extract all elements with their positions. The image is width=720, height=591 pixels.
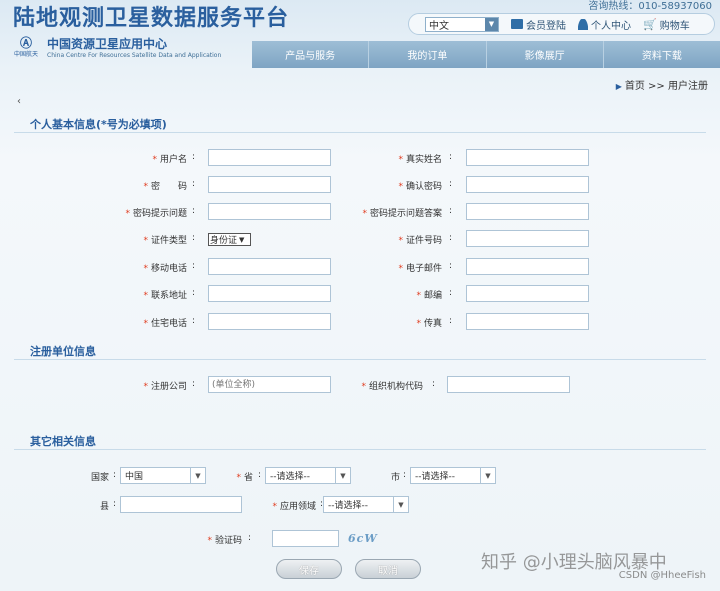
nav-downloads[interactable]: 资料下载: [602, 41, 720, 68]
breadcrumb-separator: >>: [648, 81, 665, 92]
domain-select[interactable]: --请选择-- ▼: [323, 496, 409, 513]
label-postcode: * 邮编: [416, 291, 442, 301]
cancel-button[interactable]: 取消: [355, 559, 421, 579]
cart-label: 购物车: [659, 20, 690, 32]
save-button[interactable]: 保存: [276, 559, 342, 579]
realname-input[interactable]: [466, 149, 589, 166]
section-title-personal: 个人基本信息(*号为必填项): [30, 118, 167, 131]
label-realname: * 真实姓名: [398, 155, 442, 165]
hotline-text: 咨询热线：010-58937060: [588, 1, 712, 12]
org-name: 中国资源卫星应用中心: [47, 37, 168, 51]
nav-products[interactable]: 产品与服务: [252, 41, 368, 68]
home-phone-input[interactable]: [208, 313, 331, 330]
logo-emblem-icon: Ⓐ: [19, 36, 32, 50]
login-link[interactable]: 会员登陆: [511, 17, 566, 32]
user-icon: [578, 18, 588, 30]
fax-input[interactable]: [466, 313, 589, 330]
back-arrow-icon[interactable]: ‹: [17, 96, 21, 107]
section-title-other: 其它相关信息: [30, 435, 96, 448]
watermark-csdn: CSDN @HheeFish: [618, 570, 706, 581]
label-email: * 电子邮件: [398, 264, 442, 274]
province-select[interactable]: --请选择-- ▼: [265, 467, 351, 484]
label-confirm-password: * 确认密码: [398, 182, 442, 192]
section-title-company: 注册单位信息: [30, 345, 96, 358]
company-input[interactable]: [208, 376, 331, 393]
address-input[interactable]: [208, 285, 331, 302]
id-type-value: 身份证: [210, 236, 238, 246]
chevron-down-icon: ▼: [393, 497, 408, 512]
label-address: * 联系地址: [143, 291, 187, 301]
label-username: * 用户名: [152, 155, 187, 165]
label-county: 县: [99, 502, 109, 512]
user-center-label: 个人中心: [591, 20, 631, 32]
label-fax: * 传真: [416, 319, 442, 329]
country-select[interactable]: 中国 ▼: [120, 467, 206, 484]
login-label: 会员登陆: [526, 20, 566, 32]
org-logo-block: Ⓐ 中国航天 中国资源卫星应用中心 China Centre For Resou…: [13, 37, 221, 59]
org-name-en: China Centre For Resources Satellite Dat…: [47, 52, 222, 59]
label-home-phone: * 住宅电话: [143, 319, 187, 329]
captcha-input[interactable]: [272, 530, 339, 547]
hint-question-input[interactable]: [208, 203, 331, 220]
section-divider: [14, 449, 706, 450]
captcha-image[interactable]: 6cW: [348, 532, 391, 547]
logo-caption: 中国航天: [13, 51, 38, 58]
main-nav: 产品与服务 我的订单 影像展厅 资料下载: [252, 41, 720, 68]
password-input[interactable]: [208, 176, 331, 193]
user-center-link[interactable]: 个人中心: [578, 17, 631, 32]
id-type-select[interactable]: 身份证 ▼: [208, 233, 251, 246]
hint-answer-input[interactable]: [466, 203, 589, 220]
country-value: 中国: [125, 472, 144, 482]
county-input[interactable]: [120, 496, 242, 513]
label-id-number: * 证件号码: [398, 236, 442, 246]
breadcrumb: ▶ 首页 >> 用户注册: [616, 77, 708, 92]
label-company: * 注册公司: [143, 382, 187, 392]
triangle-right-icon: ▶: [615, 82, 622, 91]
domain-value: --请选择--: [328, 501, 368, 511]
cart-icon: 🛒: [643, 17, 657, 31]
folder-icon: [511, 19, 523, 29]
chevron-down-icon: ▼: [190, 468, 205, 483]
username-input[interactable]: [208, 149, 331, 166]
label-domain: * 应用领域: [272, 502, 316, 512]
nav-gallery[interactable]: 影像展厅: [485, 41, 603, 68]
province-value: --请选择--: [270, 472, 310, 482]
label-hint-answer: * 密码提示问题答案: [362, 209, 442, 219]
label-country: 国家: [90, 473, 109, 483]
breadcrumb-current: 用户注册: [668, 81, 708, 92]
nav-orders[interactable]: 我的订单: [368, 41, 485, 68]
cart-link[interactable]: 🛒 购物车: [643, 17, 690, 32]
section-divider: [14, 132, 706, 133]
confirm-password-input[interactable]: [466, 176, 589, 193]
top-toolbar: 中文 ▼ 会员登陆 个人中心 🛒 购物车: [408, 13, 715, 35]
id-number-input[interactable]: [466, 230, 589, 247]
language-value: 中文: [429, 20, 449, 32]
label-org-code: * 组织机构代码: [361, 382, 423, 392]
org-logo: Ⓐ 中国航天: [13, 37, 39, 59]
label-password: * 密 码: [143, 182, 187, 192]
city-value: --请选择--: [415, 472, 455, 482]
chevron-down-icon: ▼: [239, 235, 245, 244]
email-input[interactable]: [466, 258, 589, 275]
label-city: 市: [390, 473, 400, 483]
postcode-input[interactable]: [466, 285, 589, 302]
city-select[interactable]: --请选择-- ▼: [410, 467, 496, 484]
site-title: 陆地观测卫星数据服务平台: [13, 6, 290, 31]
org-code-input[interactable]: [447, 376, 570, 393]
label-id-type: * 证件类型: [143, 236, 187, 246]
label-hint-question: * 密码提示问题: [125, 209, 187, 219]
chevron-down-icon: ▼: [335, 468, 350, 483]
breadcrumb-home[interactable]: 首页: [625, 81, 645, 92]
section-divider: [14, 359, 706, 360]
chevron-down-icon: ▼: [480, 468, 495, 483]
language-select[interactable]: 中文 ▼: [425, 16, 499, 32]
mobile-input[interactable]: [208, 258, 331, 275]
label-province: * 省: [236, 473, 253, 483]
label-mobile: * 移动电话: [143, 264, 187, 274]
label-captcha: * 验证码: [207, 536, 242, 546]
chevron-down-icon: ▼: [485, 17, 498, 31]
